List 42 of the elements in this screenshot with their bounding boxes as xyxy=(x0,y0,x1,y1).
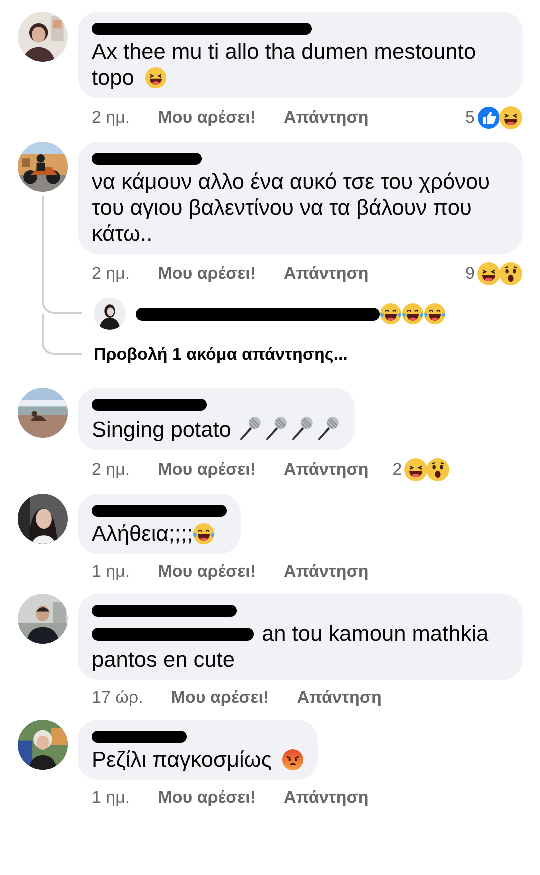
timestamp: 2 ημ. xyxy=(92,460,130,480)
thread-connector xyxy=(42,336,82,355)
reply-button[interactable]: Απάντηση xyxy=(284,108,369,128)
crying-laughing-face-icon xyxy=(402,303,424,325)
reply-button[interactable]: Απάντηση xyxy=(284,264,369,284)
comment-text: pantos en cute xyxy=(92,646,235,672)
timestamp: 1 ημ. xyxy=(92,788,130,808)
like-button[interactable]: Μου αρέσει! xyxy=(158,264,256,284)
comment-text: Singing potato xyxy=(92,416,232,442)
like-button[interactable]: Μου αρέσει! xyxy=(158,460,256,480)
reaction-count: 9 xyxy=(466,264,475,284)
thumbs-up-icon xyxy=(477,106,501,130)
laughing-face-icon xyxy=(404,458,428,482)
timestamp: 2 ημ. xyxy=(92,108,130,128)
laughing-face-icon xyxy=(144,67,166,89)
angry-face-icon xyxy=(282,748,304,770)
timestamp: 17 ώρ. xyxy=(92,688,144,708)
reaction-count: 2 xyxy=(392,460,402,480)
reply-button[interactable]: Απάντηση xyxy=(284,788,369,808)
comment-text: να κάμουν αλλο ένα αυκό τσε του χρόνου του αγιου βαλεντίνου να τα βάλουν που κάτω.. xyxy=(92,169,490,246)
like-button[interactable]: Μου αρέσει! xyxy=(158,108,256,128)
surprised-face-icon xyxy=(499,262,523,286)
comment-text: topo xyxy=(92,65,134,90)
crying-laughing-face-icon xyxy=(380,303,402,325)
comment-text: Ρεζίλι παγκοσμίως xyxy=(92,746,272,772)
comment-text: an tou kamoun mathkia xyxy=(262,620,489,646)
reaction-count: 5 xyxy=(466,108,475,128)
like-button[interactable]: Μου αρέσει! xyxy=(158,562,256,582)
reply-button[interactable]: Απάντηση xyxy=(284,562,369,582)
laughing-face-icon xyxy=(499,106,523,130)
comment-text: Αλήθεια;;;; xyxy=(92,520,194,546)
view-more-replies-link[interactable]: Προβολή 1 ακόμα απάντησης... xyxy=(94,342,348,368)
reply-button[interactable]: Απάντηση xyxy=(297,688,382,708)
timestamp: 1 ημ. xyxy=(92,562,130,582)
like-button[interactable]: Μου αρέσει! xyxy=(158,788,256,808)
comment-text: Ax thee mu ti allo tha dumen mestounto xyxy=(92,39,476,64)
surprised-face-icon xyxy=(426,458,450,482)
laughing-face-icon xyxy=(477,262,501,286)
timestamp: 2 ημ. xyxy=(92,264,130,284)
like-button[interactable]: Μου αρέσει! xyxy=(171,688,270,708)
reply-button[interactable]: Απάντηση xyxy=(284,460,369,480)
crying-laughing-face-icon xyxy=(424,303,446,325)
